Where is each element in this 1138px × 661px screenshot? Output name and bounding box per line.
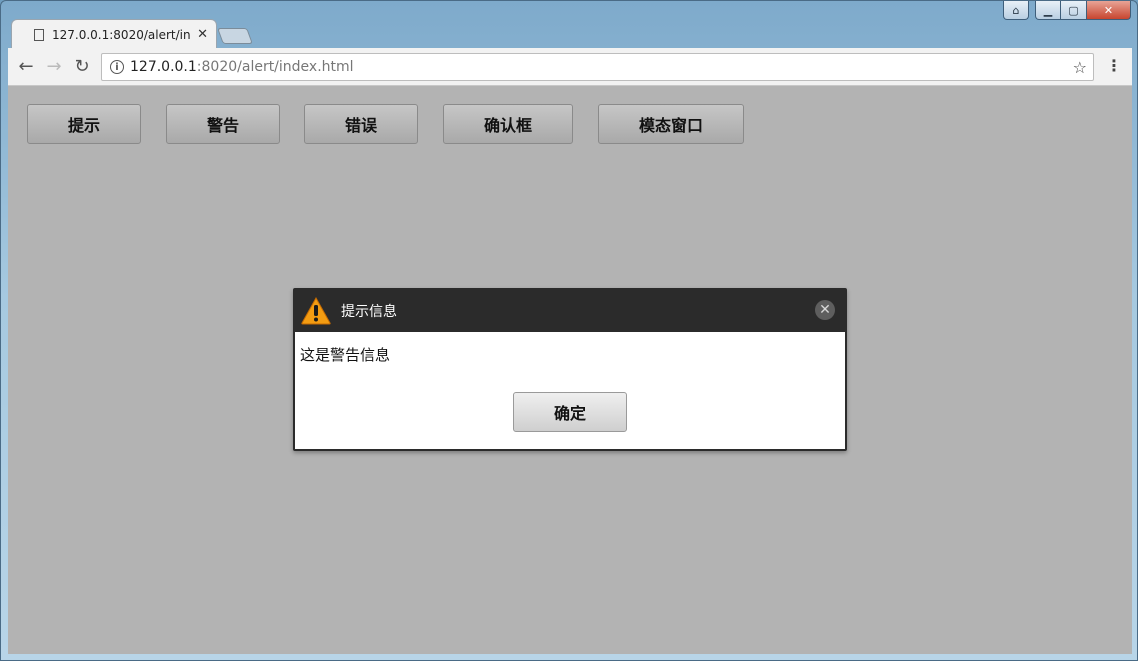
close-window-button[interactable]: ✕ <box>1087 1 1131 20</box>
reload-icon[interactable]: ↻ <box>68 53 96 81</box>
dialog-message: 这是警告信息 <box>300 346 391 364</box>
minimize-button[interactable]: ▁ <box>1035 1 1061 20</box>
warning-button[interactable]: 警告 <box>166 104 280 144</box>
tab-title: 127.0.0.1:8020/alert/in <box>52 27 191 42</box>
address-bar[interactable]: i 127.0.0.1:8020/alert/index.html ☆ <box>101 53 1094 81</box>
ok-button[interactable]: 确定 <box>513 392 627 432</box>
page-icon <box>34 28 44 41</box>
user-icon[interactable]: ⌂ <box>1003 1 1029 20</box>
browser-toolbar: ← → ↻ i 127.0.0.1:8020/alert/index.html … <box>8 48 1132 86</box>
dialog-title: 提示信息 <box>341 304 397 320</box>
bookmark-star-icon[interactable]: ☆ <box>1073 58 1087 77</box>
alert-dialog: 提示信息 ✕ 这是警告信息 确定 <box>293 288 847 451</box>
page-viewport: 提示 警告 错误 确认框 模态窗口 提示信息 ✕ 这是警告信息 确定 <box>8 86 1132 654</box>
back-arrow-icon[interactable]: ← <box>12 53 40 81</box>
close-icon[interactable]: ✕ <box>815 300 835 320</box>
url-host: 127.0.0.1 <box>130 59 197 75</box>
tab-close-icon[interactable]: ✕ <box>197 27 208 42</box>
info-icon[interactable]: i <box>110 60 124 74</box>
dialog-header: 提示信息 ✕ <box>295 290 845 332</box>
prompt-button[interactable]: 提示 <box>27 104 141 144</box>
window-controls: ⌂ ▁ ▢ ✕ <box>1003 1 1131 21</box>
confirm-button[interactable]: 确认框 <box>443 104 573 144</box>
menu-kebab-icon[interactable]: ⋮ <box>1106 56 1122 75</box>
error-button[interactable]: 错误 <box>304 104 418 144</box>
browser-window: ⌂ ▁ ▢ ✕ 127.0.0.1:8020/alert/in ✕ ← → ↻ … <box>0 0 1138 661</box>
url-path: :8020/alert/index.html <box>196 59 354 75</box>
browser-tab[interactable]: 127.0.0.1:8020/alert/in ✕ <box>11 19 217 49</box>
forward-arrow-icon[interactable]: → <box>40 53 68 81</box>
modal-window-button[interactable]: 模态窗口 <box>598 104 744 144</box>
maximize-button[interactable]: ▢ <box>1061 1 1087 20</box>
new-tab-button[interactable] <box>217 28 253 44</box>
warning-icon <box>301 296 331 325</box>
